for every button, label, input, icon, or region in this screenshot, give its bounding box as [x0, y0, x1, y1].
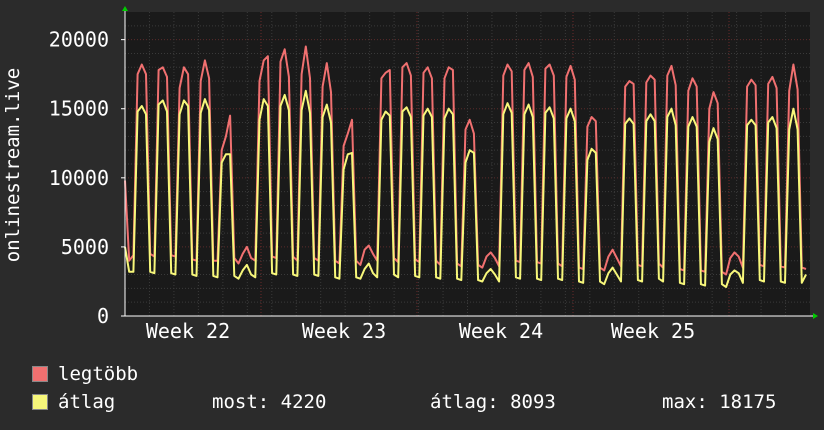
chart: 05000100001500020000 Week 22 Week 23 Week …: [2, 6, 818, 343]
y-tick-labels: 0 5000 10000 15000 20000: [49, 28, 109, 328]
x-tick-labels: Week 22 Week 23 Week 24 Week 25: [146, 319, 695, 343]
y-tick-label: 5000: [61, 235, 109, 259]
y-tick-label: 20000: [49, 28, 109, 52]
y-tick-label: 15000: [49, 97, 109, 121]
x-tick-label: Week 22: [146, 319, 230, 343]
y-tick-label: 10000: [49, 166, 109, 190]
y-tick-label: 0: [97, 304, 109, 328]
x-tick-label: Week 24: [459, 319, 543, 343]
y-axis-label: onlinestream.live: [2, 68, 24, 262]
x-axis-arrow-icon: [813, 313, 818, 319]
x-tick-label: Week 25: [611, 319, 695, 343]
x-tick-label: Week 23: [302, 319, 386, 343]
y-axis-arrow-icon: [122, 6, 128, 11]
